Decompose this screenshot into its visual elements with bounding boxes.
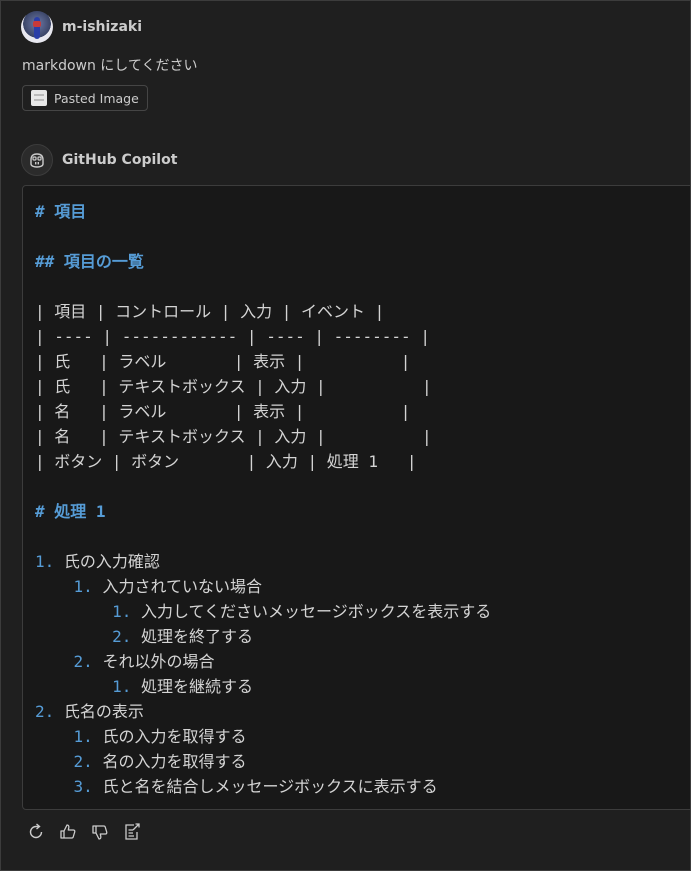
code-line-text: | 名 | テキストボックス | 入力 | | — [35, 424, 432, 449]
code-line-heading: ## 項目の一覧 — [35, 249, 144, 274]
line-text: | ボタン | ボタン | 入力 | 処理 1 | — [35, 452, 417, 471]
heading-marker: ## — [35, 252, 64, 271]
markdown-code-block[interactable]: # 項目 ## 項目の一覧 | 項目 | コントロール | 入力 | イベント | |… — [22, 185, 690, 810]
thumbs-down-icon[interactable] — [89, 821, 111, 843]
line-text: | 項目 | コントロール | 入力 | イベント | — [35, 302, 385, 321]
pasted-image-attachment[interactable]: Pasted Image — [22, 85, 148, 111]
thumbs-up-icon[interactable] — [57, 821, 79, 843]
line-text: 氏の入力確認 — [63, 552, 160, 571]
line-text: 入力してくださいメッセージボックスを表示する — [140, 602, 492, 621]
code-line-list: 1. 氏の入力を取得する — [35, 724, 247, 749]
user-message-text: markdown にしてください — [22, 58, 198, 74]
retry-icon[interactable] — [25, 821, 47, 843]
image-icon — [31, 90, 47, 106]
line-text: | 氏 | テキストボックス | 入力 | | — [35, 377, 432, 396]
list-number: 2. — [73, 652, 103, 671]
code-line-list: 1. 氏の入力確認 — [35, 549, 160, 574]
code-line-list: 2. 名の入力を取得する — [35, 749, 247, 774]
line-text: 名の入力を取得する — [102, 752, 247, 771]
user-avatar — [21, 11, 53, 43]
code-line-list: 1. 入力してくださいメッセージボックスを表示する — [35, 599, 491, 624]
code-line-list: 2. 氏名の表示 — [35, 699, 144, 724]
code-line-text: | ボタン | ボタン | 入力 | 処理 1 | — [35, 449, 417, 474]
line-text: 処理 1 — [54, 502, 106, 521]
line-text: 入力されていない場合 — [102, 577, 262, 596]
copilot-icon — [30, 153, 44, 168]
code-line-list: 1. 入力されていない場合 — [35, 574, 262, 599]
code-line-heading: # 処理 1 — [35, 499, 106, 524]
code-line-text: | 氏 | テキストボックス | 入力 | | — [35, 374, 432, 399]
list-number: 3. — [73, 777, 103, 796]
list-number: 2. — [112, 627, 141, 646]
code-line-text: | ---- | ------------ | ---- | -------- … — [35, 324, 430, 349]
line-text: 処理を継続する — [140, 677, 253, 696]
list-number: 2. — [35, 702, 64, 721]
chat-panel: m-ishizaki markdown にしてください Pasted Image… — [0, 0, 691, 871]
line-text: | 名 | テキストボックス | 入力 | | — [35, 427, 432, 446]
code-line-list: 3. 氏と名を結合しメッセージボックスに表示する — [35, 774, 438, 799]
line-text: 氏名の表示 — [63, 702, 144, 721]
line-text: | 氏 | ラベル | 表示 | | — [35, 352, 411, 371]
assistant-name: GitHub Copilot — [62, 152, 178, 168]
line-text: | ---- | ------------ | ---- | -------- … — [35, 327, 430, 346]
list-number: 1. — [73, 577, 103, 596]
line-text: | 名 | ラベル | 表示 | | — [35, 402, 411, 421]
line-text: 処理を終了する — [140, 627, 253, 646]
list-number: 1. — [112, 602, 141, 621]
insert-into-editor-icon[interactable] — [121, 821, 143, 843]
attachment-label: Pasted Image — [54, 90, 139, 106]
line-text: 氏の入力を取得する — [102, 727, 247, 746]
code-line-list: 2. それ以外の場合 — [35, 649, 215, 674]
response-actions — [25, 821, 153, 843]
line-text: それ以外の場合 — [102, 652, 215, 671]
code-line-text: | 名 | ラベル | 表示 | | — [35, 399, 410, 424]
line-text: 項目 — [54, 202, 87, 221]
avatar-figure-accent — [33, 21, 41, 27]
code-line-list: 2. 処理を終了する — [35, 624, 253, 649]
list-number: 1. — [35, 552, 64, 571]
list-number: 1. — [73, 727, 103, 746]
code-line-text: | 項目 | コントロール | 入力 | イベント | — [35, 299, 384, 324]
user-name: m-ishizaki — [62, 19, 143, 35]
copilot-avatar — [21, 144, 53, 176]
code-line-heading: # 項目 — [35, 199, 86, 224]
list-number: 1. — [112, 677, 141, 696]
user-message-header: m-ishizaki — [21, 11, 142, 43]
list-number: 2. — [73, 752, 103, 771]
line-text: 項目の一覧 — [63, 252, 144, 271]
heading-marker: # — [35, 502, 55, 521]
code-line-list: 1. 処理を継続する — [35, 674, 253, 699]
assistant-message-header: GitHub Copilot — [21, 144, 177, 176]
heading-marker: # — [35, 202, 55, 221]
line-text: 氏と名を結合しメッセージボックスに表示する — [102, 777, 438, 796]
code-line-text: | 氏 | ラベル | 表示 | | — [35, 349, 410, 374]
